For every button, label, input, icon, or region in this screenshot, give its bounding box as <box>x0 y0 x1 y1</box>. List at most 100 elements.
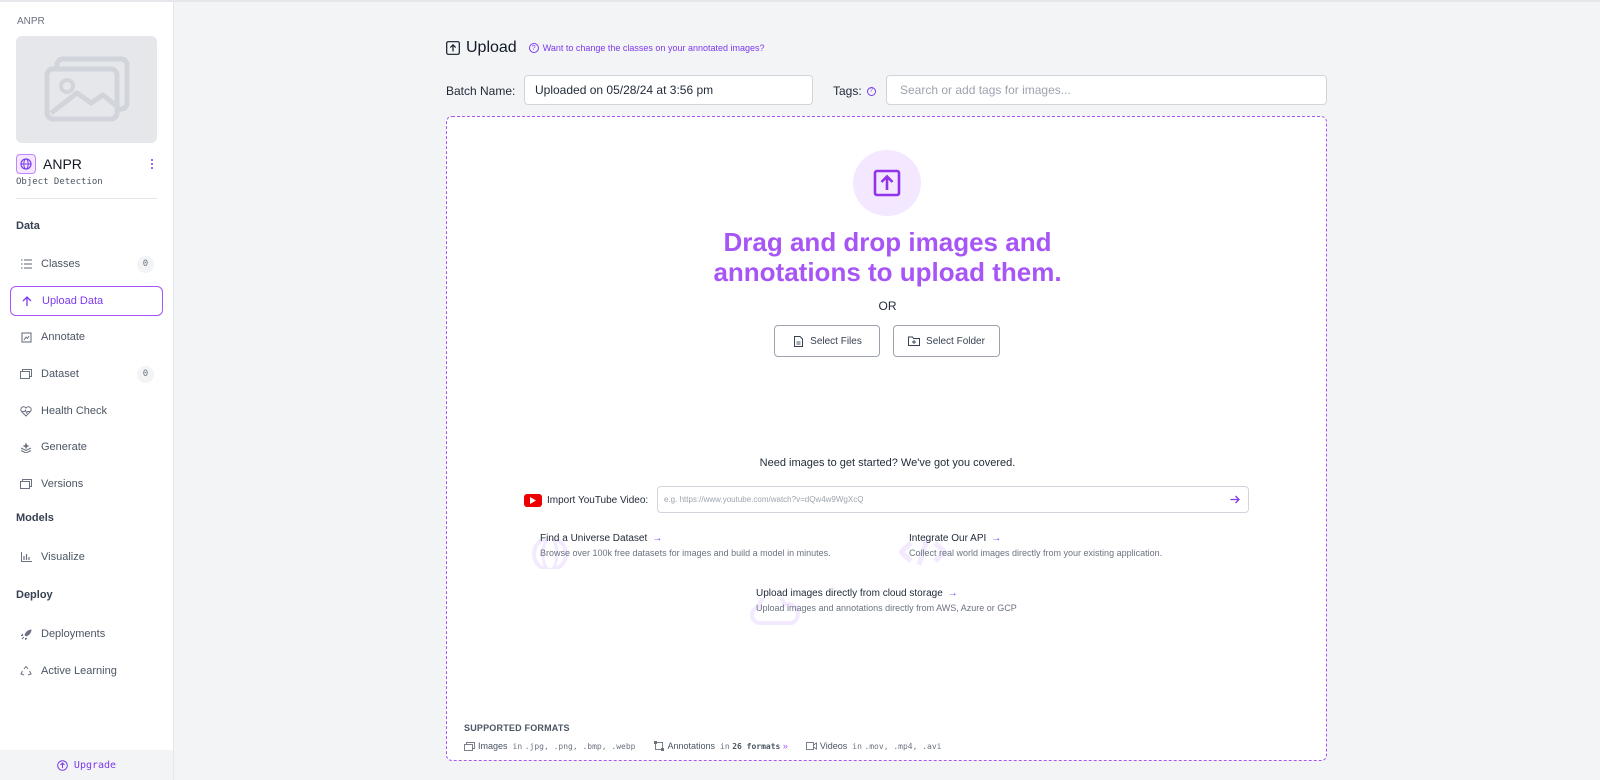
videos-label: Videos <box>819 741 848 751</box>
images-icon <box>464 741 475 751</box>
format-images: Images in .jpg, .png, .bmp, .webp <box>464 741 635 751</box>
videos-in: in <box>852 741 862 751</box>
section-deploy: Deploy <box>16 589 53 601</box>
recycle-icon <box>20 665 32 677</box>
select-folder-button[interactable]: Select Folder <box>893 325 1000 357</box>
sidebar-item-generate[interactable]: Generate <box>10 432 163 462</box>
rocket-icon <box>20 628 32 640</box>
images-exts: .jpg, .png, .bmp, .webp <box>524 741 636 751</box>
heart-pulse-icon <box>20 405 32 417</box>
sidebar-item-label: Dataset <box>41 368 79 380</box>
select-files-button[interactable]: Select Files <box>774 325 880 357</box>
arrow-right-icon: → <box>947 588 958 599</box>
tags-help-icon[interactable]: ? <box>866 86 876 96</box>
project-thumbnail[interactable] <box>16 36 157 143</box>
top-border <box>0 0 1600 2</box>
select-files-label: Select Files <box>810 335 862 347</box>
cloud-storage-link[interactable]: Upload images directly from cloud storag… <box>756 588 1017 599</box>
dropzone-heading-line1: Drag and drop images and <box>723 227 1052 257</box>
need-images-text: Need images to get started? We've got yo… <box>759 457 1016 469</box>
arrow-up-icon <box>21 295 33 307</box>
sidebar-item-upload-data[interactable]: Upload Data <box>10 286 163 316</box>
select-folder-label: Select Folder <box>926 335 985 347</box>
integrate-api-title: Integrate Our API <box>909 533 987 544</box>
sidebar-item-label: Deployments <box>41 628 106 640</box>
sidebar-item-active-learning[interactable]: Active Learning <box>10 656 163 686</box>
integrate-api-resource: Integrate Our API → Collect real world im… <box>899 533 1163 566</box>
supported-formats-heading: SUPPORTED FORMATS <box>464 723 570 733</box>
youtube-label: Import YouTube Video: <box>547 494 649 506</box>
count-badge: 0 <box>137 365 154 383</box>
sidebar-item-label: Annotate <box>41 331 86 343</box>
youtube-logo-icon <box>524 493 542 507</box>
sidebar-divider <box>16 198 157 199</box>
tags-input[interactable] <box>886 75 1327 105</box>
arrow-right-icon[interactable] <box>1229 493 1241 505</box>
sidebar-item-label: Generate <box>41 441 87 453</box>
project-name: ANPR <box>43 156 82 172</box>
dropzone-heading-line2: annotations to upload them. <box>713 257 1062 287</box>
arrow-right-icon: → <box>991 533 1002 544</box>
images-in: in <box>512 741 523 751</box>
sidebar-item-label: Visualize <box>41 551 85 563</box>
upload-dropzone[interactable]: Drag and drop images and annotations to … <box>446 116 1327 761</box>
count-badge: 0 <box>137 255 154 273</box>
sidebar-item-deployments[interactable]: Deployments <box>10 619 163 649</box>
format-annotations[interactable]: Annotations in 26 formats » <box>653 741 788 751</box>
sidebar-item-health-check[interactable]: Health Check <box>10 396 163 426</box>
file-icon <box>792 335 804 347</box>
batch-name-input[interactable] <box>524 75 813 105</box>
images-icon <box>20 368 32 380</box>
page-title: Upload <box>466 39 517 56</box>
sidebar-item-visualize[interactable]: Visualize <box>10 542 163 572</box>
youtube-url-input[interactable] <box>657 486 1249 513</box>
annotations-label: Annotations <box>667 741 716 751</box>
tags-label: Tags: ? <box>833 84 876 98</box>
bar-chart-icon <box>20 551 32 563</box>
arrow-right-icon: → <box>652 533 663 544</box>
list-icon <box>20 258 32 270</box>
upload-circle <box>853 150 921 216</box>
sidebar-item-label: Health Check <box>41 405 108 417</box>
bounding-box-icon <box>653 741 664 751</box>
section-data: Data <box>16 220 40 232</box>
globe-icon <box>16 154 36 174</box>
image-placeholder-icon <box>44 56 129 121</box>
sidebar-item-label: Upload Data <box>42 295 104 307</box>
videos-exts: .mov, .mp4, .avi <box>864 741 942 751</box>
more-options-icon[interactable] <box>147 157 157 171</box>
project-type: Object Detection <box>16 177 103 187</box>
change-classes-text: Want to change the classes on your annot… <box>542 43 765 53</box>
sparkle-stack-icon <box>20 441 32 453</box>
youtube-import-row: Import YouTube Video: <box>524 486 648 514</box>
sidebar: ANPR ANPR Object Detection Data Classes … <box>0 2 174 780</box>
upload-arrow-icon <box>873 169 901 197</box>
annotations-count: 26 formats <box>732 741 781 751</box>
supported-formats-row: Images in .jpg, .png, .bmp, .webp Annota… <box>464 739 959 753</box>
sidebar-item-dataset[interactable]: Dataset 0 <box>10 359 163 389</box>
project-header: ANPR <box>16 154 157 174</box>
sidebar-item-versions[interactable]: Versions <box>10 469 163 499</box>
universe-dataset-title: Find a Universe Dataset <box>540 533 648 544</box>
folder-icon <box>908 335 921 347</box>
change-classes-link[interactable]: ? Want to change the classes on your ann… <box>528 43 765 53</box>
upgrade-button[interactable]: Upgrade <box>0 750 173 780</box>
question-icon: ? <box>528 43 539 53</box>
upgrade-icon <box>57 759 68 771</box>
format-videos: Videos in .mov, .mp4, .avi <box>805 741 942 751</box>
integrate-api-link[interactable]: Integrate Our API → <box>909 533 1162 544</box>
sidebar-item-label: Classes <box>41 258 81 270</box>
sidebar-item-classes[interactable]: Classes 0 <box>10 249 163 279</box>
dropzone-heading: Drag and drop images and annotations to … <box>447 227 1328 287</box>
batch-name-label: Batch Name: <box>446 84 516 98</box>
annotate-icon <box>20 331 32 343</box>
images-label: Images <box>478 741 508 751</box>
project-kicker: ANPR <box>17 16 45 27</box>
page-header: Upload ? Want to change the classes on y… <box>446 38 765 58</box>
cloud-storage-resource: Upload images directly from cloud storag… <box>750 588 1017 625</box>
integrate-api-desc: Collect real world images directly from … <box>909 548 1163 558</box>
sidebar-item-annotate[interactable]: Annotate <box>10 322 163 352</box>
double-chevron-right-icon: » <box>782 741 788 751</box>
universe-dataset-link[interactable]: Find a Universe Dataset → <box>540 533 831 544</box>
cloud-storage-desc: Upload images and annotations directly f… <box>756 603 1017 613</box>
